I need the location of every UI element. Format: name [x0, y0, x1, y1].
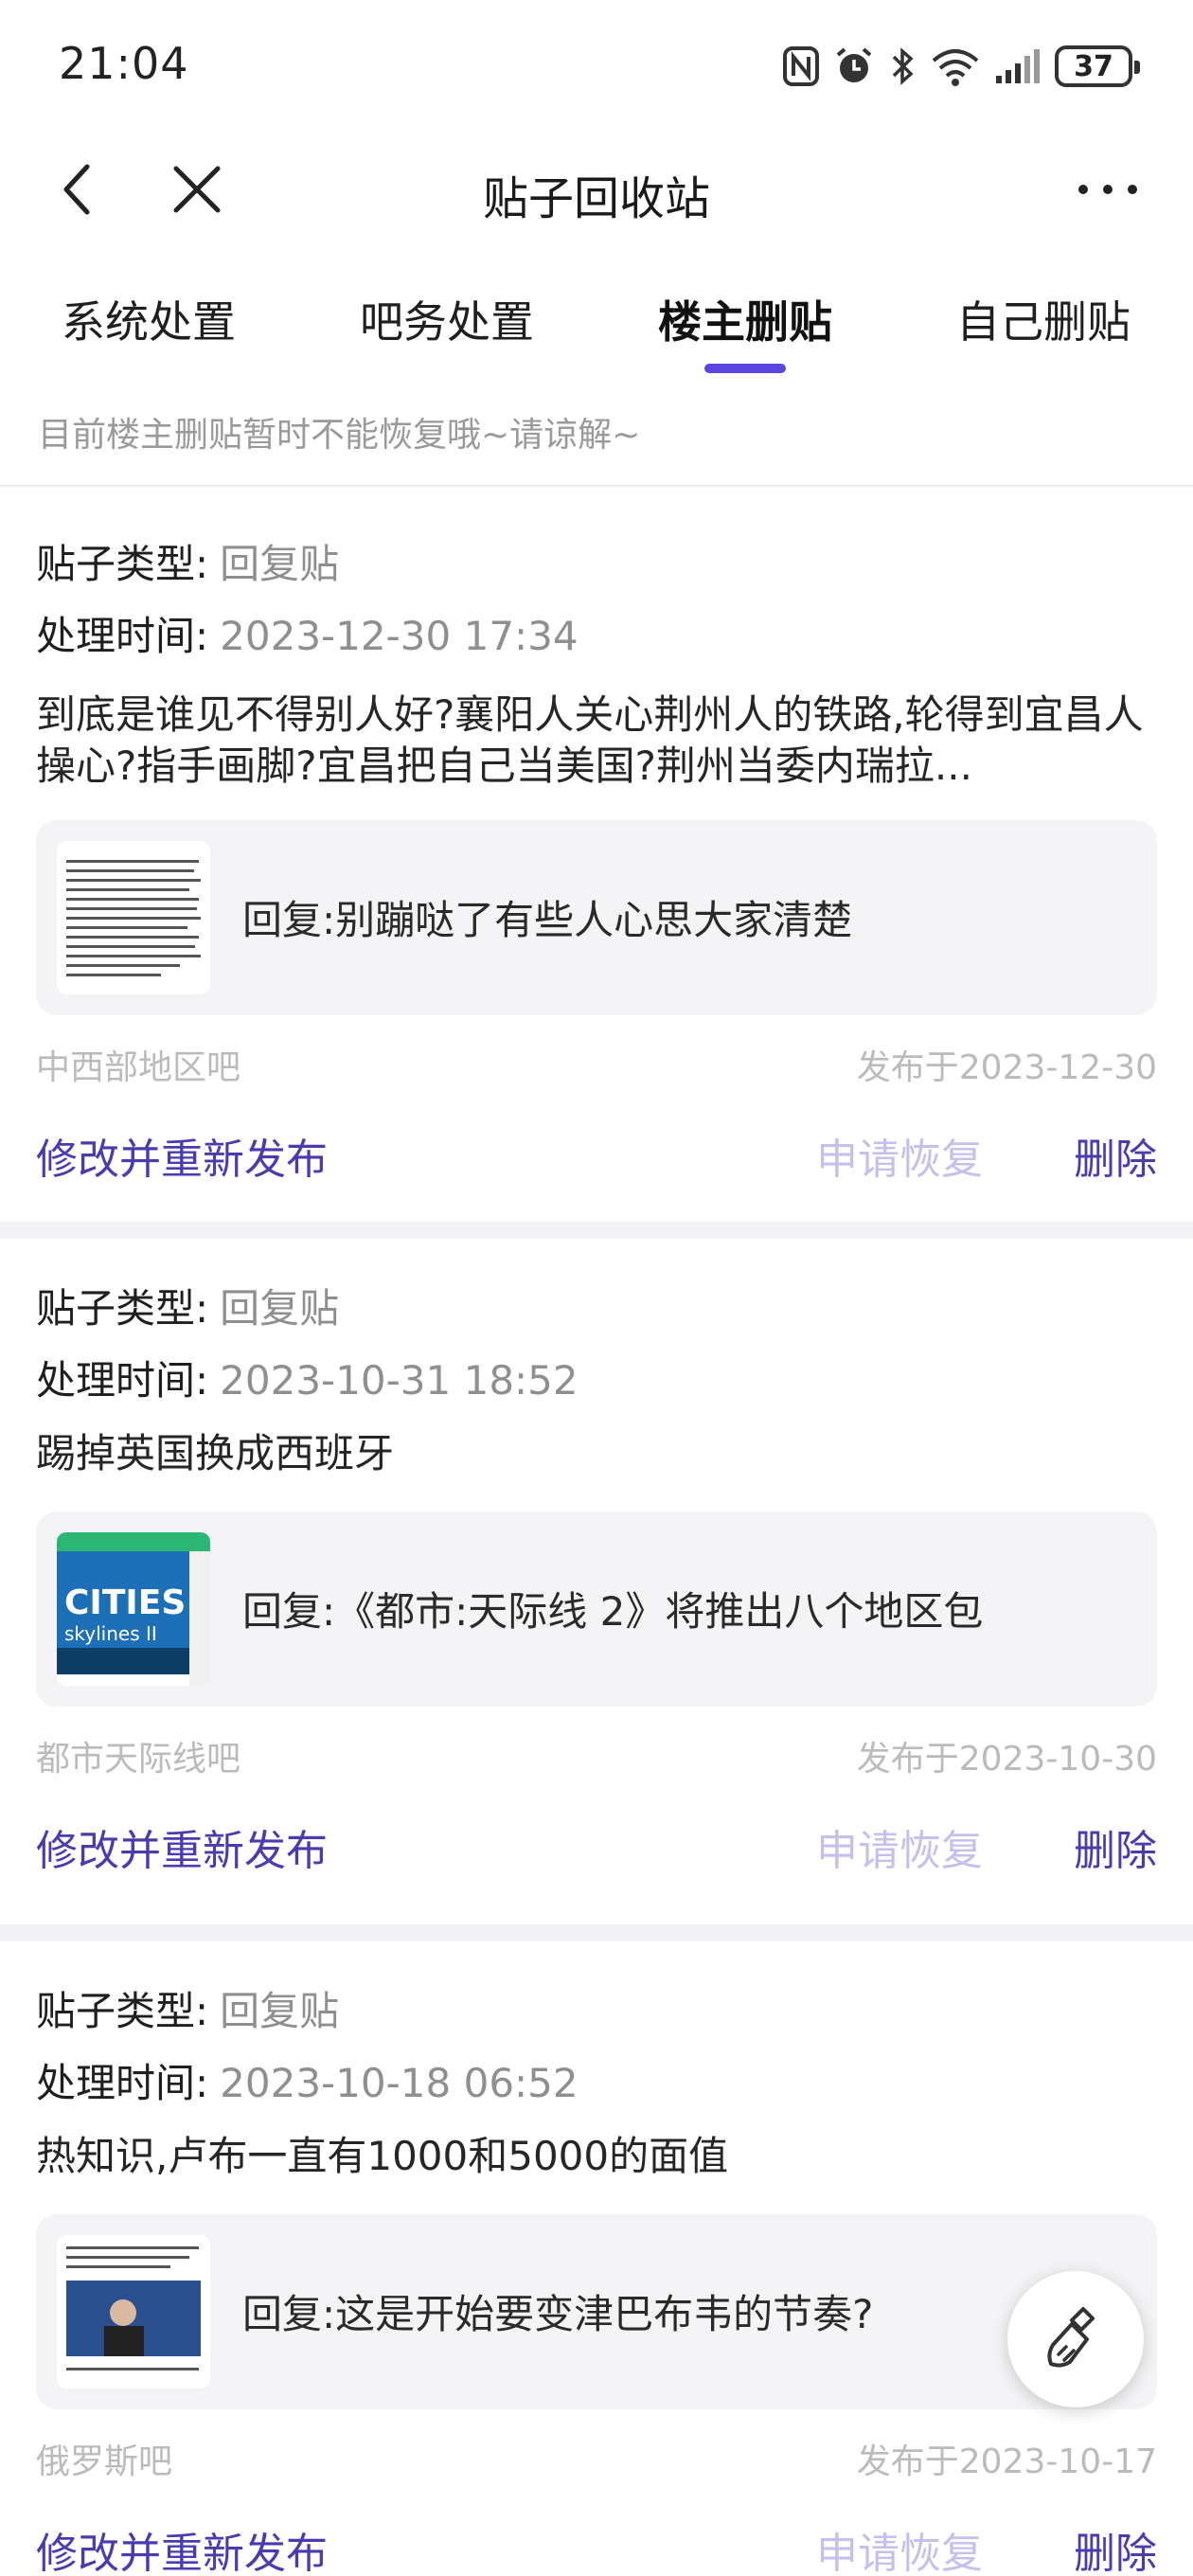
reply-thumbnail: CITIES skylines II [57, 1532, 210, 1686]
post-separator [0, 1222, 1193, 1239]
post-type-label: 贴子类型: [36, 1285, 209, 1332]
post-item: 贴子类型: 回复贴 处理时间: 2023-12-30 17:34 到底是谁见不得别人… [0, 487, 1193, 1222]
request-restore-button[interactable]: 申请恢复 [816, 2519, 983, 2576]
publish-date: 发布于2023-10-30 [856, 1740, 1157, 1779]
wifi-icon [932, 49, 979, 86]
reply-text: 回复:这是开始要变津巴布韦的节奏? [242, 2291, 874, 2337]
edit-republish-button[interactable]: 修改并重新发布 [36, 1125, 328, 1186]
post-time-label: 处理时间: [36, 613, 209, 659]
publish-date: 发布于2023-12-30 [856, 1048, 1157, 1087]
reply-thumbnail [57, 2235, 210, 2388]
tab-bar: 系统处置 吧务处置 楼主删贴 自己删贴 [0, 273, 1193, 386]
broom-icon [1047, 2307, 1095, 2368]
delete-button[interactable]: 删除 [1074, 1816, 1157, 1877]
reply-card[interactable]: CITIES skylines II 回复:《都市:天际线 2》将推出八个地区包 [36, 1512, 1157, 1707]
post-separator [0, 1924, 1193, 1941]
status-icons: 37 [782, 42, 1140, 91]
forum-name[interactable]: 俄罗斯吧 [36, 2434, 172, 2483]
post-time-row: 处理时间: 2023-10-31 18:52 [36, 1349, 579, 1406]
post-type-row: 贴子类型: 回复贴 [36, 532, 339, 590]
post-list: 贴子类型: 回复贴 处理时间: 2023-12-30 17:34 到底是谁见不得别人… [0, 487, 1193, 2576]
post-time-value: 2023-12-30 17:34 [220, 613, 579, 659]
nav-bar: 贴子回收站 [0, 133, 1193, 246]
post-content[interactable]: 踢掉英国换成西班牙 [36, 1428, 1157, 1479]
reply-thumbnail [57, 841, 210, 994]
page-title: 贴子回收站 [482, 172, 710, 225]
tab-moderator[interactable]: 吧务处置 [324, 288, 570, 350]
status-time: 21:04 [59, 38, 189, 89]
thumbnail-subtitle: skylines II [64, 1622, 157, 1645]
post-type-row: 贴子类型: 回复贴 [36, 1277, 339, 1334]
post-time-row: 处理时间: 2023-12-30 17:34 [36, 604, 579, 662]
post-type-value: 回复贴 [220, 1988, 340, 2034]
post-time-label: 处理时间: [36, 1357, 209, 1404]
notice-text: 目前楼主删贴暂时不能恢复哦~请谅解~ [38, 416, 641, 455]
request-restore-button[interactable]: 申请恢复 [816, 1816, 983, 1877]
tab-self-deleted[interactable]: 自己删贴 [920, 288, 1166, 350]
clean-fab-button[interactable] [1007, 2271, 1144, 2407]
edit-republish-button[interactable]: 修改并重新发布 [36, 2519, 328, 2576]
battery-icon: 37 [1055, 45, 1140, 87]
request-restore-button[interactable]: 申请恢复 [816, 1125, 983, 1186]
more-dots-icon[interactable] [1070, 161, 1146, 218]
delete-button[interactable]: 删除 [1074, 2519, 1157, 2576]
post-content[interactable]: 到底是谁见不得别人好?襄阳人关心荆州人的铁路,轮得到宜昌人操心?指手画脚?宜昌把… [36, 689, 1157, 792]
forum-name[interactable]: 都市天际线吧 [36, 1731, 240, 1780]
tab-system[interactable]: 系统处置 [26, 288, 272, 350]
status-bar: 21:04 37 [0, 0, 1193, 133]
reply-card[interactable]: 回复:别蹦哒了有些人心思大家清楚 [36, 820, 1157, 1015]
edit-republish-button[interactable]: 修改并重新发布 [36, 1816, 328, 1877]
active-tab-indicator [704, 364, 786, 373]
post-type-value: 回复贴 [220, 541, 340, 587]
post-type-label: 贴子类型: [36, 1988, 209, 2034]
nfc-icon [783, 46, 819, 86]
reply-text: 回复:《都市:天际线 2》将推出八个地区包 [242, 1588, 984, 1635]
alarm-icon [836, 47, 872, 82]
post-type-value: 回复贴 [220, 1285, 340, 1332]
post-time-value: 2023-10-18 06:52 [220, 2060, 579, 2106]
post-time-label: 处理时间: [36, 2060, 209, 2106]
post-item: 贴子类型: 回复贴 处理时间: 2023-10-31 18:52 踢掉英国换成西班牙… [0, 1239, 1193, 1924]
post-content[interactable]: 热知识,卢布一直有1000和5000的面值 [36, 2131, 1157, 2182]
bluetooth-icon [892, 47, 914, 85]
post-type-label: 贴子类型: [36, 541, 209, 587]
delete-button[interactable]: 删除 [1074, 1125, 1157, 1186]
forum-name[interactable]: 中西部地区吧 [36, 1040, 240, 1089]
publish-date: 发布于2023-10-17 [856, 2442, 1157, 2481]
thumbnail-title: CITIES [64, 1583, 186, 1622]
tab-owner-deleted[interactable]: 楼主删贴 [622, 288, 868, 350]
post-type-row: 贴子类型: 回复贴 [36, 1979, 339, 2037]
signal-icon [996, 49, 1040, 83]
reply-text: 回复:别蹦哒了有些人心思大家清楚 [242, 897, 853, 943]
post-item: 贴子类型: 回复贴 处理时间: 2023-10-18 06:52 热知识,卢布一直有… [0, 1941, 1193, 2576]
post-time-value: 2023-10-31 18:52 [220, 1357, 579, 1404]
reply-card[interactable]: 回复:这是开始要变津巴布韦的节奏? [36, 2214, 1157, 2409]
post-time-row: 处理时间: 2023-10-18 06:52 [36, 2051, 579, 2109]
